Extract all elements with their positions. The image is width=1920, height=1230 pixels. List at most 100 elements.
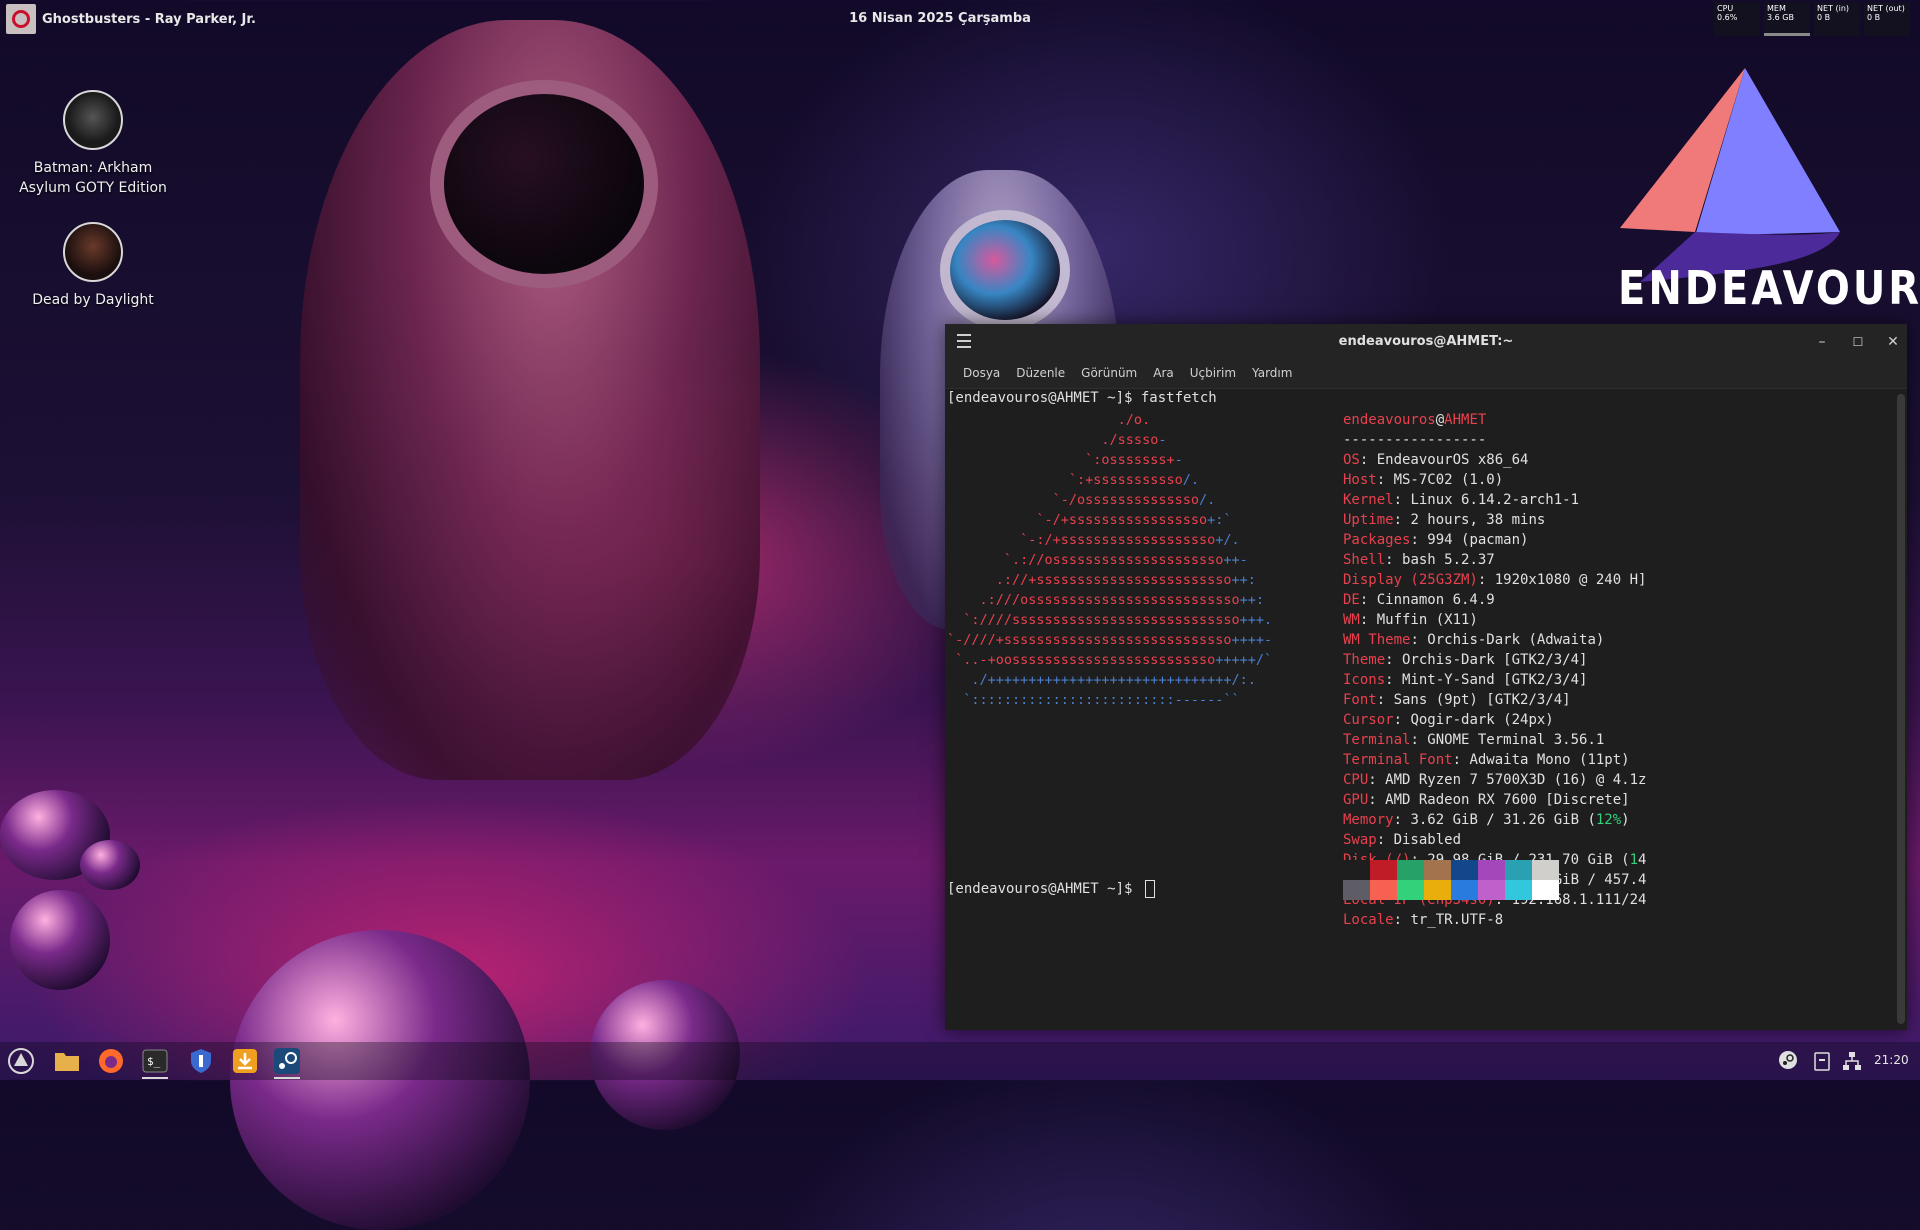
info-colon: : [1368,772,1386,788]
menu-file[interactable]: Dosya [955,360,1008,388]
firefox-icon [99,1049,123,1073]
maximize-icon[interactable]: ☐ [1848,332,1868,352]
terminal-menubar: Dosya Düzenle Görünüm Ara Uçbirim Yardım [945,360,1907,389]
terminal-output[interactable]: [endeavouros@AHMET ~]$ fastfetch ./o. ./… [947,390,1891,1030]
steam-tray-icon [1779,1051,1797,1069]
terminal-window[interactable]: endeavouros@AHMET:~ – ☐ ✕ Dosya Düzenle … [945,324,1907,1030]
monitor-value: 3.6 GB [1767,13,1794,22]
dead-by-daylight-game-icon [63,222,123,282]
info-colon: : [1385,672,1403,688]
palette-swatch [1505,880,1532,900]
info-key: Locale [1343,912,1394,928]
info-value: 2 hours, 38 mins [1410,512,1546,528]
menu-view[interactable]: Görünüm [1073,360,1145,388]
now-playing-applet[interactable]: Ghostbusters - Ray Parker, Jr. [6,4,256,34]
now-playing-title: Ghostbusters - Ray Parker, Jr. [42,11,256,27]
palette-swatch [1505,860,1532,880]
menu-search[interactable]: Ara [1145,360,1182,388]
info-colon: : [1385,652,1403,668]
desktop-icon-batman[interactable]: Batman: Arkham Asylum GOTY Edition [8,90,178,198]
palette-swatch [1397,860,1424,880]
info-key: Font [1343,692,1377,708]
mem-usage-bar [1764,33,1810,36]
info-colon: : [1393,912,1411,928]
start-menu-button[interactable] [6,1047,36,1075]
palette-swatch [1532,880,1559,900]
command-prompt-current[interactable]: [endeavouros@AHMET ~]$ [947,880,1155,898]
taskbar-terminal[interactable]: $_ [140,1047,170,1079]
info-value-tail: ) [1621,812,1630,828]
info-key: Packages [1343,532,1411,548]
taskbar-steam[interactable] [272,1047,302,1079]
terminal-scrollbar[interactable] [1897,394,1905,1024]
monitor-value: 0.6% [1717,13,1738,22]
info-value: EndeavourOS x86_64 [1376,452,1529,468]
info-value: 1920x1080 @ 240 H] [1494,572,1647,588]
svg-text:$_: $_ [147,1055,161,1068]
taskbar-files[interactable] [52,1047,82,1075]
menu-edit[interactable]: Düzenle [1008,360,1073,388]
info-colon: : [1410,532,1428,548]
monitor-label: CPU [1717,4,1734,13]
info-value: tr_TR.UTF-8 [1410,912,1504,928]
terminal-titlebar[interactable]: endeavouros@AHMET:~ – ☐ ✕ [945,324,1907,360]
info-value: 994 (pacman) [1427,532,1529,548]
info-key: Theme [1343,652,1386,668]
info-value: Orchis-Dark [GTK2/3/4] [1402,652,1588,668]
taskbar-security[interactable] [186,1047,216,1075]
info-value-tail: 4 [1638,852,1647,868]
taskbar-download-manager[interactable] [230,1047,260,1075]
info-user: endeavouros [1343,412,1436,428]
info-value: Qogir-dark (24px) [1410,712,1554,728]
tray-clock[interactable]: 21:20 [1874,1053,1909,1067]
monitor-value: 0 B [1867,13,1881,22]
info-colon: : [1359,452,1377,468]
palette-swatch [1343,880,1370,900]
info-key: Terminal [1343,732,1411,748]
menu-help[interactable]: Yardım [1244,360,1300,388]
info-value: AMD Ryzen 7 5700X3D (16) @ 4.1z [1385,772,1647,788]
wallpaper-visor [430,80,658,288]
palette-swatch [1370,860,1397,880]
info-key: Host [1343,472,1377,488]
monitor-label: NET (in) [1817,4,1850,13]
info-key: DE [1343,592,1360,608]
tray-clipboard[interactable] [1814,1051,1830,1075]
info-colon: : [1410,732,1428,748]
palette-swatch [1451,860,1478,880]
wallpaper-bubble [230,930,530,1230]
wallpaper-visor [940,210,1070,330]
mem-monitor: MEM 3.6 GB [1764,2,1810,36]
info-key: CPU [1343,772,1369,788]
info-value: Orchis-Dark (Adwaita) [1427,632,1605,648]
info-separator: ----------------- [1343,432,1487,448]
info-key: Shell [1343,552,1386,568]
info-key: Swap [1343,832,1377,848]
monitor-label: NET (out) [1867,4,1905,13]
info-value: GNOME Terminal 3.56.1 [1427,732,1605,748]
system-monitor-applet[interactable]: CPU 0.6% MEM 3.6 GB NET (in) 0 B NET (ou… [1714,2,1910,36]
desktop-icon-dead-by-daylight[interactable]: Dead by Daylight [8,222,178,310]
cpu-monitor: CPU 0.6% [1714,2,1760,36]
command-prompt-line: [endeavouros@AHMET ~]$ fastfetch [947,390,1217,406]
info-colon: : [1359,612,1377,628]
info-colon: : [1393,812,1411,828]
download-icon [233,1049,257,1073]
palette-swatch [1370,880,1397,900]
info-value: AMD Radeon RX 7600 [Discrete] [1385,792,1630,808]
top-panel: Ghostbusters - Ray Parker, Jr. 16 Nisan … [0,0,1920,38]
tray-steam[interactable] [1778,1050,1798,1074]
menu-terminal[interactable]: Uçbirim [1182,360,1244,388]
minimize-icon[interactable]: – [1812,332,1832,352]
info-key: Terminal Font [1343,752,1453,768]
palette-swatch [1478,880,1505,900]
info-value: Cinnamon 6.4.9 [1376,592,1495,608]
info-key: WM [1343,612,1360,628]
tray-network[interactable] [1842,1051,1862,1075]
taskbar-firefox[interactable] [96,1047,126,1075]
palette-swatch [1424,860,1451,880]
palette-swatch [1478,860,1505,880]
info-colon: : [1376,472,1394,488]
close-icon[interactable]: ✕ [1883,332,1903,352]
prompt-text: [endeavouros@AHMET ~]$ [947,881,1141,897]
